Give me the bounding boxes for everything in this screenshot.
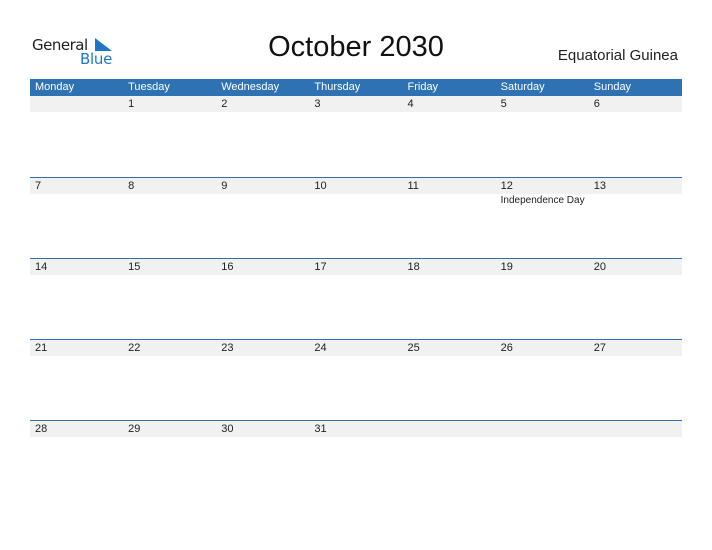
holiday-label [216,194,309,208]
day-number: 23 [221,342,234,354]
day-number: 21 [35,342,48,354]
day-number: 19 [500,261,513,273]
day-number: 29 [128,423,141,435]
day-number-row: 21 22 23 24 25 26 27 [30,340,682,356]
day-number [30,96,123,112]
week-row: 7 8 9 10 11 12 13 Independence Day [30,177,682,258]
day-number [403,421,496,437]
weekday-thursday: Thursday [314,81,361,93]
day-number: 10 [314,180,327,192]
week-row: 14 15 16 17 18 19 20 [30,258,682,339]
week-row: 28 29 30 31 [30,420,682,501]
day-number: 25 [407,342,420,354]
day-number: 12 [500,180,513,192]
day-number: 8 [128,180,135,192]
day-number [496,421,589,437]
day-number: 22 [128,342,141,354]
holiday-label [123,194,216,208]
day-number: 3 [314,98,321,110]
day-number: 18 [407,261,420,273]
weekday-saturday: Saturday [500,81,545,93]
day-number: 9 [221,180,228,192]
day-number: 14 [35,261,48,273]
day-number-row: 1 2 3 4 5 6 [30,96,682,112]
day-number: 7 [35,180,42,192]
day-number [589,421,682,437]
day-number-row: 14 15 16 17 18 19 20 [30,259,682,275]
weekday-monday: Monday [35,81,75,93]
holiday-label [30,194,123,208]
day-number: 28 [35,423,48,435]
holiday-label [589,194,682,208]
day-number: 27 [593,342,606,354]
day-number-row: 7 8 9 10 11 12 13 [30,178,682,194]
day-number: 1 [128,98,135,110]
country-label: Equatorial Guinea [557,47,678,64]
holiday-label [309,194,402,208]
weekday-header: Monday Tuesday Wednesday Thursday Friday… [30,79,682,96]
holiday-label [403,194,496,208]
day-number-row: 28 29 30 31 [30,421,682,437]
day-number: 13 [593,180,606,192]
week-row: 1 2 3 4 5 6 [30,96,682,177]
day-number: 31 [314,423,327,435]
event-row: Independence Day [30,194,682,208]
weekday-wednesday: Wednesday [221,81,280,93]
day-number: 15 [128,261,141,273]
day-number: 4 [407,98,414,110]
weekday-tuesday: Tuesday [128,81,170,93]
holiday-label: Independence Day [500,195,585,206]
weekday-sunday: Sunday [593,81,632,93]
calendar: Monday Tuesday Wednesday Thursday Friday… [30,79,682,501]
day-number: 16 [221,261,234,273]
day-number: 11 [407,180,419,192]
weekday-friday: Friday [407,81,439,93]
day-number: 30 [221,423,234,435]
day-number: 5 [500,98,507,110]
day-number: 24 [314,342,327,354]
day-number: 2 [221,98,228,110]
day-number: 17 [314,261,327,273]
day-number: 26 [500,342,513,354]
day-number: 6 [593,98,600,110]
day-number: 20 [593,261,606,273]
week-row: 21 22 23 24 25 26 27 [30,339,682,420]
